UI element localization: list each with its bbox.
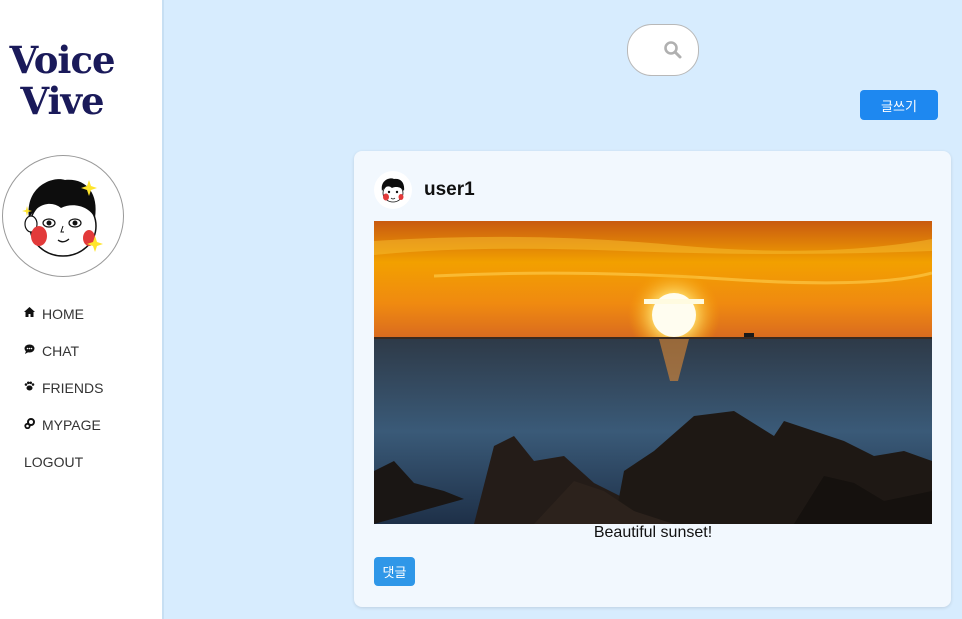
- post-image: [374, 221, 933, 524]
- comment-button[interactable]: 댓글: [374, 557, 415, 586]
- sunset-photo-icon: [374, 221, 933, 524]
- cartoon-face-icon: [381, 178, 405, 203]
- logo-line-1: Voice: [9, 38, 115, 82]
- sidebar: Voice Vive HOME CHAT FRIENDS MYPAGE LOGO…: [0, 0, 164, 619]
- sidebar-item-chat[interactable]: CHAT: [24, 332, 103, 369]
- post-caption: Beautiful sunset!: [593, 524, 713, 541]
- post-card: user1 Beautiful sunset! 댓글: [354, 151, 951, 607]
- sidebar-item-label: LOGOUT: [24, 453, 84, 470]
- gear-icon: [24, 417, 42, 432]
- search-icon: [664, 41, 682, 59]
- sidebar-item-label: MYPAGE: [42, 416, 101, 433]
- main-content: 글쓰기 user1 Beautiful sunset! 댓글: [164, 0, 962, 619]
- post-author-avatar[interactable]: [374, 171, 412, 209]
- write-post-button[interactable]: 글쓰기: [860, 90, 938, 120]
- sidebar-item-logout[interactable]: LOGOUT: [24, 443, 103, 480]
- sidebar-item-home[interactable]: HOME: [24, 295, 103, 332]
- home-icon: [24, 307, 42, 320]
- post-username[interactable]: user1: [424, 179, 475, 201]
- sidebar-nav: HOME CHAT FRIENDS MYPAGE LOGOUT: [24, 295, 103, 480]
- sidebar-item-label: FRIENDS: [42, 379, 104, 396]
- paw-icon: [24, 381, 42, 394]
- chat-bubble-icon: [24, 344, 42, 357]
- sidebar-item-mypage[interactable]: MYPAGE: [24, 406, 103, 443]
- sidebar-item-friends[interactable]: FRIENDS: [24, 369, 103, 406]
- sidebar-item-label: CHAT: [42, 342, 80, 359]
- search-button[interactable]: [627, 24, 699, 76]
- profile-avatar[interactable]: [2, 155, 124, 277]
- app-logo[interactable]: Voice Vive: [0, 40, 124, 122]
- sidebar-item-label: HOME: [42, 305, 84, 322]
- logo-line-2: Vive: [20, 79, 104, 123]
- cartoon-face-icon: [22, 179, 103, 257]
